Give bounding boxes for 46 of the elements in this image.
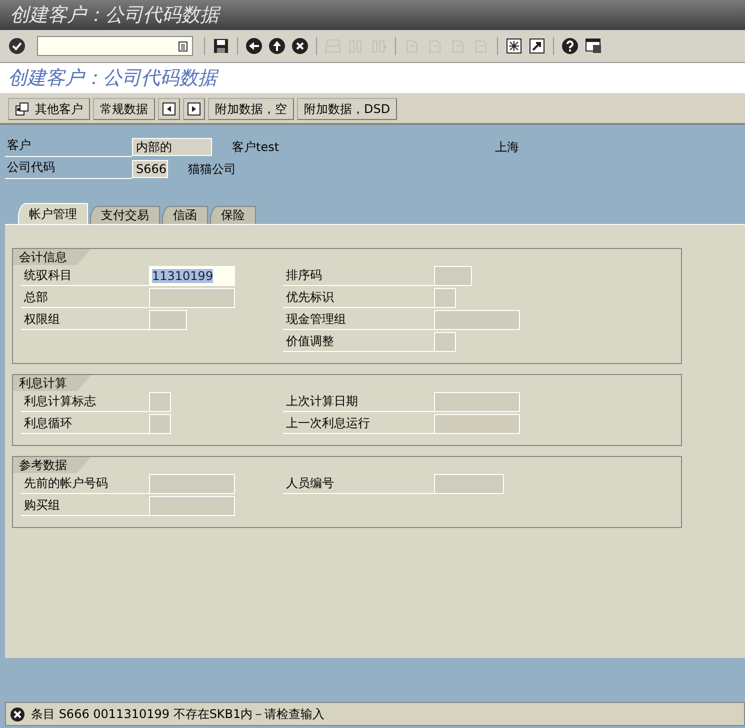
tab[interactable]: 支付交易 xyxy=(90,206,160,224)
input-field[interactable] xyxy=(434,414,520,434)
input-field[interactable] xyxy=(149,310,187,330)
new-session-icon[interactable] xyxy=(505,37,523,55)
field-value: 内部的 xyxy=(132,138,212,156)
group-title: 参考数据 xyxy=(13,457,91,473)
toolbar-button[interactable]: 附加数据，空 xyxy=(208,98,294,120)
input-field[interactable] xyxy=(149,474,235,494)
tab[interactable]: 帐户管理 xyxy=(18,203,88,224)
document-icon xyxy=(15,102,29,116)
shortcut-icon[interactable] xyxy=(528,37,546,55)
input-field[interactable] xyxy=(434,392,520,412)
input-field[interactable] xyxy=(149,392,171,412)
input-field[interactable] xyxy=(434,332,456,352)
input-field[interactable] xyxy=(434,288,456,308)
previous-button[interactable] xyxy=(158,98,180,120)
command-field[interactable] xyxy=(37,36,193,56)
tab[interactable]: 信函 xyxy=(162,206,208,224)
other-customer-button[interactable]: 其他客户 xyxy=(8,98,90,120)
description-text: 猫猫公司 xyxy=(188,160,236,178)
screen-title: 创建客户：公司代码数据 xyxy=(8,66,217,91)
input-field[interactable] xyxy=(434,266,472,286)
input-field[interactable] xyxy=(149,288,235,308)
error-icon xyxy=(10,706,25,722)
toolbar-button[interactable]: 常规数据 xyxy=(93,98,155,120)
input-field[interactable] xyxy=(149,496,235,516)
input-field[interactable]: 11310199 xyxy=(149,266,235,286)
input-field[interactable] xyxy=(434,474,504,494)
save-icon[interactable] xyxy=(212,37,230,55)
toolbar-button[interactable]: 附加数据，DSD xyxy=(297,98,398,120)
input-field[interactable] xyxy=(434,310,520,330)
group-title: 会计信息 xyxy=(13,249,91,265)
input-field[interactable] xyxy=(149,414,171,434)
status-message: 条目 S666 0011310199 不存在SKB1内－请检查输入 xyxy=(31,706,325,722)
city-text: 上海 xyxy=(495,138,519,156)
checkmark-icon[interactable] xyxy=(8,37,26,55)
layout-icon[interactable] xyxy=(584,37,602,55)
group-title: 利息计算 xyxy=(13,375,91,391)
help-icon[interactable] xyxy=(561,37,579,55)
list-icon[interactable] xyxy=(178,40,188,52)
cancel-icon[interactable] xyxy=(291,37,309,55)
window-title: 创建客户：公司代码数据 xyxy=(10,3,219,28)
tab[interactable]: 保险 xyxy=(210,206,256,224)
field-value: S666 xyxy=(132,160,168,178)
description-text: 客户test xyxy=(232,138,280,156)
next-button[interactable] xyxy=(183,98,205,120)
